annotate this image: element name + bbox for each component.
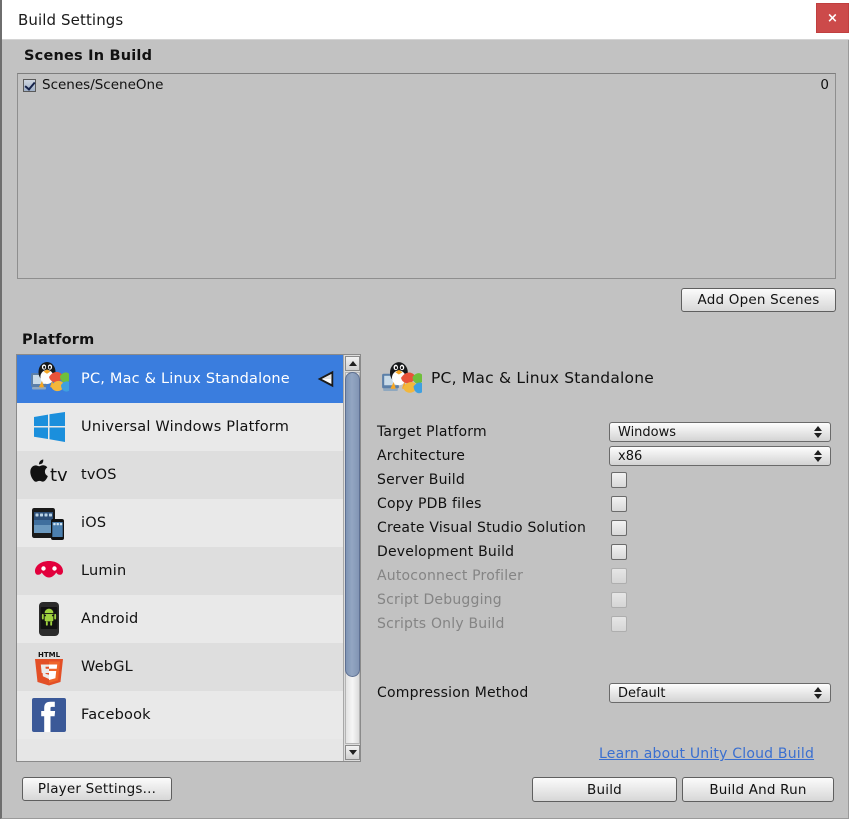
player-settings-button[interactable]: Player Settings... bbox=[22, 777, 172, 801]
lumin-icon bbox=[29, 551, 69, 591]
architecture-dropdown[interactable]: x86 bbox=[609, 446, 831, 466]
scenes-list[interactable]: Scenes/SceneOne 0 bbox=[17, 73, 836, 279]
platform-label: iOS bbox=[81, 515, 106, 531]
server-build-checkbox[interactable] bbox=[611, 472, 627, 488]
platform-list-box: PC, Mac & Linux Standalone bbox=[16, 354, 361, 762]
development-build-label: Development Build bbox=[377, 544, 514, 560]
server-build-row: Server Build bbox=[377, 468, 837, 492]
build-button[interactable]: Build bbox=[532, 777, 677, 802]
android-icon bbox=[29, 599, 69, 639]
facebook-icon bbox=[29, 695, 69, 735]
windows-icon bbox=[29, 407, 69, 447]
learn-about-unity-cloud-build-link[interactable]: Learn about Unity Cloud Build bbox=[599, 746, 814, 762]
architecture-value: x86 bbox=[618, 449, 811, 464]
platform-label: Universal Windows Platform bbox=[81, 419, 289, 435]
platform-label: WebGL bbox=[81, 659, 133, 675]
scene-row[interactable]: Scenes/SceneOne 0 bbox=[18, 74, 835, 96]
architecture-label: Architecture bbox=[377, 448, 465, 464]
scroll-up-arrow-icon[interactable] bbox=[345, 356, 360, 371]
development-build-checkbox[interactable] bbox=[611, 544, 627, 560]
scripts-only-build-label: Scripts Only Build bbox=[377, 616, 505, 632]
create-visual-studio-solution-row: Create Visual Studio Solution bbox=[377, 516, 837, 540]
add-open-scenes-button[interactable]: Add Open Scenes bbox=[681, 288, 836, 312]
platform-item-ios[interactable]: iOS bbox=[17, 499, 344, 547]
development-build-row: Development Build bbox=[377, 540, 837, 564]
platform-item-webgl[interactable]: HTML WebGL bbox=[17, 643, 344, 691]
platform-item-universal-windows-platform[interactable]: Universal Windows Platform bbox=[17, 403, 344, 451]
autoconnect-profiler-checkbox bbox=[611, 568, 627, 584]
close-button[interactable]: × bbox=[816, 3, 849, 33]
create-visual-studio-solution-label: Create Visual Studio Solution bbox=[377, 520, 586, 536]
chevron-updown-icon bbox=[811, 448, 825, 464]
scene-index: 0 bbox=[820, 77, 829, 93]
scenes-in-build-heading: Scenes In Build bbox=[24, 48, 152, 64]
pc-mac-linux-icon bbox=[380, 359, 422, 401]
target-platform-dropdown[interactable]: Windows bbox=[609, 422, 831, 442]
target-platform-label: Target Platform bbox=[377, 424, 487, 440]
platform-label: Facebook bbox=[81, 707, 151, 723]
script-debugging-row: Script Debugging bbox=[377, 588, 837, 612]
platform-heading: Platform bbox=[22, 332, 94, 348]
scripts-only-build-checkbox bbox=[611, 616, 627, 632]
copy-pdb-files-label: Copy PDB files bbox=[377, 496, 482, 512]
compression-method-label: Compression Method bbox=[377, 685, 528, 701]
chevron-updown-icon bbox=[811, 424, 825, 440]
pc-mac-linux-icon bbox=[29, 359, 69, 399]
platform-list-scrollbar[interactable] bbox=[343, 355, 360, 761]
platform-details-panel: PC, Mac & Linux Standalone Target Platfo… bbox=[377, 354, 837, 754]
architecture-row: Architecture x86 bbox=[377, 444, 837, 468]
platform-label: Android bbox=[81, 611, 138, 627]
window-title: Build Settings bbox=[18, 11, 123, 29]
autoconnect-profiler-label: Autoconnect Profiler bbox=[377, 568, 523, 584]
ios-icon bbox=[29, 503, 69, 543]
build-settings-window: Build Settings × Scenes In Build Scenes/… bbox=[0, 0, 849, 819]
scripts-only-build-row: Scripts Only Build bbox=[377, 612, 837, 636]
platform-label: tvOS bbox=[81, 467, 117, 483]
autoconnect-profiler-row: Autoconnect Profiler bbox=[377, 564, 837, 588]
platform-item-pc-mac-linux-standalone[interactable]: PC, Mac & Linux Standalone bbox=[17, 355, 344, 403]
scene-checkbox[interactable] bbox=[23, 79, 36, 92]
svg-text:HTML: HTML bbox=[38, 651, 61, 659]
target-platform-value: Windows bbox=[618, 425, 811, 440]
copy-pdb-files-row: Copy PDB files bbox=[377, 492, 837, 516]
copy-pdb-files-checkbox[interactable] bbox=[611, 496, 627, 512]
platform-item-tvos[interactable]: tv tvOS bbox=[17, 451, 344, 499]
script-debugging-checkbox bbox=[611, 592, 627, 608]
platform-item-android[interactable]: Android bbox=[17, 595, 344, 643]
compression-method-row: Compression Method Default bbox=[377, 681, 837, 705]
platform-label: Lumin bbox=[81, 563, 126, 579]
title-bar: Build Settings × bbox=[2, 0, 849, 40]
target-platform-row: Target Platform Windows bbox=[377, 420, 837, 444]
compression-method-value: Default bbox=[618, 686, 811, 701]
platform-list: PC, Mac & Linux Standalone bbox=[17, 355, 344, 761]
platform-details-title: PC, Mac & Linux Standalone bbox=[431, 369, 654, 387]
chevron-updown-icon bbox=[811, 685, 825, 701]
script-debugging-label: Script Debugging bbox=[377, 592, 502, 608]
webgl-icon: HTML bbox=[29, 647, 69, 687]
scene-path: Scenes/SceneOne bbox=[42, 77, 820, 93]
close-icon: × bbox=[817, 4, 848, 32]
create-visual-studio-solution-checkbox[interactable] bbox=[611, 520, 627, 536]
unity-active-platform-icon bbox=[314, 368, 336, 390]
appletv-icon: tv bbox=[29, 455, 69, 495]
scroll-down-arrow-icon[interactable] bbox=[345, 745, 360, 760]
compression-method-dropdown[interactable]: Default bbox=[609, 683, 831, 703]
server-build-label: Server Build bbox=[377, 472, 465, 488]
platform-item-lumin[interactable]: Lumin bbox=[17, 547, 344, 595]
svg-text:tv: tv bbox=[50, 465, 68, 486]
platform-label: PC, Mac & Linux Standalone bbox=[81, 371, 290, 387]
build-and-run-button[interactable]: Build And Run bbox=[682, 777, 834, 802]
scrollbar-thumb[interactable] bbox=[345, 372, 360, 677]
platform-item-facebook[interactable]: Facebook bbox=[17, 691, 344, 739]
